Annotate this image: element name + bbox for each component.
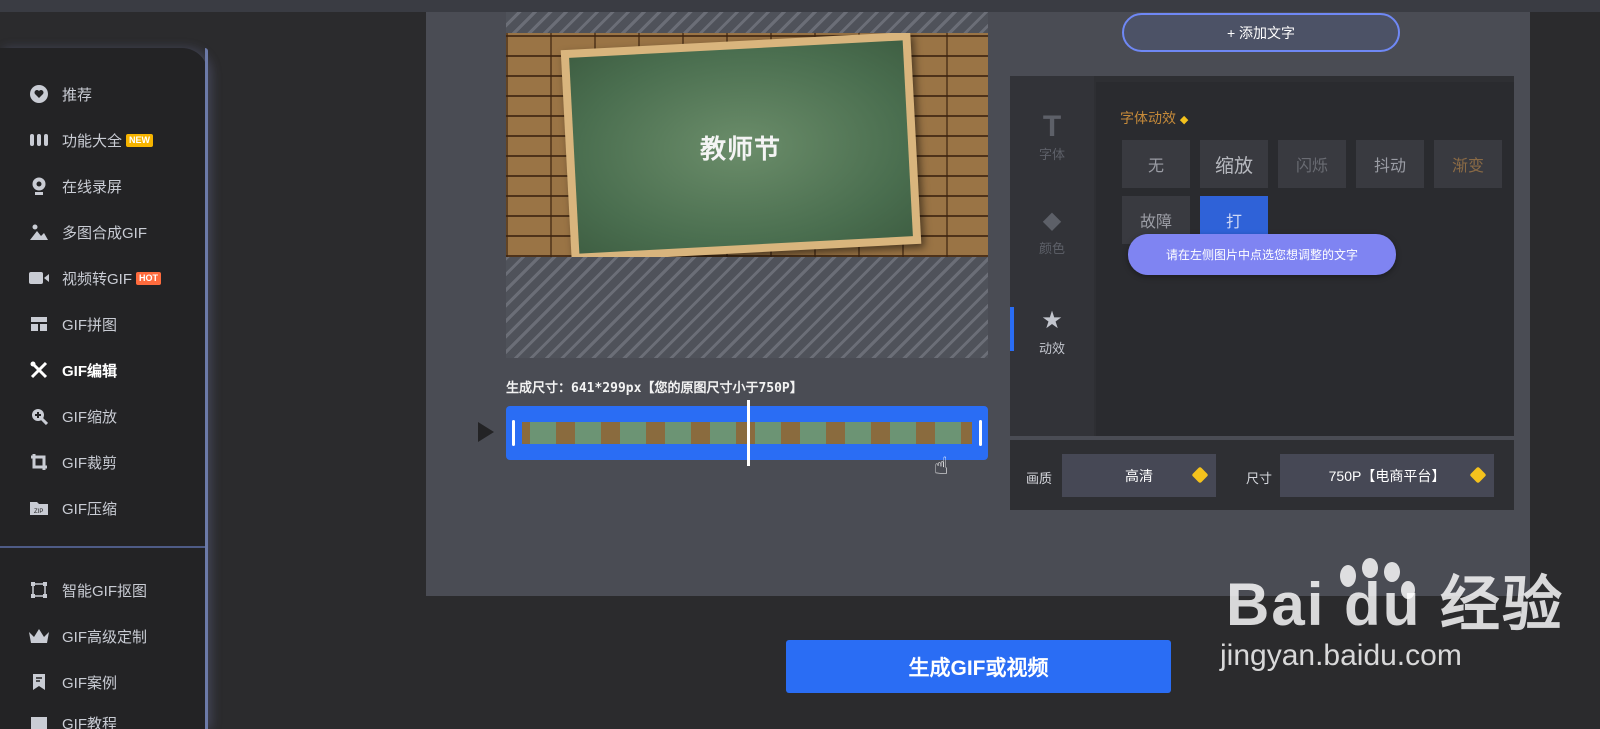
hot-badge: HOT: [136, 271, 161, 285]
sidebar-item-all-features[interactable]: 功能大全 NEW: [28, 128, 154, 152]
sidebar-item-gif-zoom[interactable]: GIF缩放: [28, 404, 117, 428]
sidebar-divider: [0, 546, 205, 548]
crop-icon: [28, 451, 50, 473]
tab-color[interactable]: ◆ 颜色: [1010, 204, 1094, 257]
tab-font[interactable]: T 字体: [1010, 110, 1094, 163]
watermark-url: jingyan.baidu.com: [1220, 639, 1462, 672]
zoom-icon: [28, 405, 50, 427]
effects-title: 字体动效 ◆: [1120, 110, 1189, 126]
gif-preview-image[interactable]: 教师节: [506, 33, 988, 257]
size-label: 尺寸: [1246, 471, 1273, 486]
timeline[interactable]: [506, 400, 988, 466]
tab-animation[interactable]: ★ 动效: [1010, 304, 1094, 357]
sidebar-item-gif-edit[interactable]: GIF编辑: [28, 358, 117, 382]
image-icon: [28, 221, 50, 243]
sidebar-item-video-to-gif[interactable]: 视频转GIF HOT: [28, 266, 161, 290]
video-camera-icon: [28, 267, 50, 289]
tab-label: 动效: [1038, 341, 1065, 356]
sidebar-item-label: 多图合成GIF: [62, 224, 147, 242]
grid-icon: [28, 129, 50, 151]
sidebar-item-label: 在线录屏: [62, 178, 123, 196]
sidebar-item-advanced-custom[interactable]: GIF高级定制: [28, 624, 147, 648]
timeline-start-handle[interactable]: [512, 420, 515, 446]
sidebar-item-label: GIF压缩: [62, 500, 117, 518]
book-icon: [28, 712, 50, 729]
play-icon[interactable]: [478, 422, 494, 442]
quality-select[interactable]: 高清: [1062, 454, 1216, 497]
effect-gradient-button[interactable]: 渐变: [1434, 140, 1502, 188]
sidebar-item-gif-crop[interactable]: GIF裁剪: [28, 450, 117, 474]
collage-icon: [28, 313, 50, 335]
size-select[interactable]: 750P【电商平台】: [1280, 454, 1494, 497]
sidebar-item-label: 推荐: [62, 86, 93, 104]
sidebar-item-gif-tutorial[interactable]: GIF教程: [28, 711, 117, 729]
edit-tools-icon: [28, 359, 50, 381]
sidebar-item-gif-cases[interactable]: GIF案例: [28, 670, 117, 694]
sidebar-item-multi-image-gif[interactable]: 多图合成GIF: [28, 220, 147, 244]
image-text[interactable]: 教师节: [700, 129, 781, 166]
heart-icon: [28, 83, 50, 105]
effect-zoom-button[interactable]: 缩放: [1200, 140, 1268, 188]
quality-label: 画质: [1026, 471, 1053, 486]
baidu-watermark: Bai du 经验 jingyan.baidu.com: [1220, 556, 1565, 673]
sidebar-item-gif-compress[interactable]: ZIP GIF压缩: [28, 496, 117, 520]
crown-icon: [28, 625, 50, 647]
sidebar-item-label: 功能大全: [62, 132, 123, 150]
vip-gem-icon: [1191, 466, 1209, 484]
sidebar-item-gif-collage[interactable]: GIF拼图: [28, 312, 117, 336]
effect-shake-button[interactable]: 抖动: [1356, 140, 1424, 188]
zip-folder-icon: ZIP: [28, 497, 50, 519]
sidebar-item-smart-cutout[interactable]: 智能GIF抠图: [28, 578, 147, 602]
webcam-icon: [28, 175, 50, 197]
active-tab-indicator: [1010, 307, 1014, 351]
sidebar-item-recommend[interactable]: 推荐: [28, 82, 92, 106]
sidebar-item-label: GIF案例: [62, 674, 117, 692]
output-size-info: 生成尺寸：641*299px【您的原图尺寸小于750P】: [506, 381, 803, 396]
text-icon: T: [1042, 110, 1062, 143]
sidebar-scrollbar[interactable]: [205, 48, 208, 729]
tab-label: 颜色: [1038, 241, 1065, 256]
sidebar-item-label: GIF高级定制: [62, 628, 147, 646]
timeline-end-handle[interactable]: [979, 420, 982, 446]
add-text-button[interactable]: + 添加文字: [1122, 13, 1400, 52]
tab-label: 字体: [1038, 147, 1065, 162]
sidebar-item-label: GIF裁剪: [62, 454, 117, 472]
vip-gem-icon: ◆: [1179, 114, 1189, 126]
generate-button[interactable]: 生成GIF或视频: [786, 640, 1171, 693]
watermark-logo-text: Bai du 经验: [1226, 571, 1565, 638]
effect-none-button[interactable]: 无: [1122, 140, 1190, 188]
svg-text:ZIP: ZIP: [34, 509, 43, 515]
paint-bucket-icon: ◆: [1042, 207, 1062, 234]
top-bar: [0, 0, 1600, 12]
star-icon: ★: [1041, 307, 1063, 334]
sidebar-item-label: 视频转GIF: [62, 270, 132, 288]
sidebar-item-label: GIF拼图: [62, 316, 117, 334]
sidebar-item-label: GIF缩放: [62, 408, 117, 426]
chalkboard: 教师节: [560, 33, 922, 257]
new-badge: NEW: [126, 133, 154, 147]
effect-flash-button[interactable]: 闪烁: [1278, 140, 1346, 188]
sidebar-item-label: GIF编辑: [62, 362, 117, 380]
bookmark-icon: [28, 671, 50, 693]
hint-tooltip: 请在左侧图片中点选您想调整的文字: [1128, 234, 1396, 275]
vip-gem-icon: [1469, 466, 1487, 484]
sidebar-item-label: 智能GIF抠图: [62, 582, 147, 600]
hand-cursor-icon: ☝: [934, 453, 949, 480]
selection-icon: [28, 579, 50, 601]
sidebar-item-label: GIF教程: [62, 715, 117, 729]
sidebar-item-screen-record[interactable]: 在线录屏: [28, 174, 122, 198]
playhead[interactable]: [747, 400, 750, 466]
